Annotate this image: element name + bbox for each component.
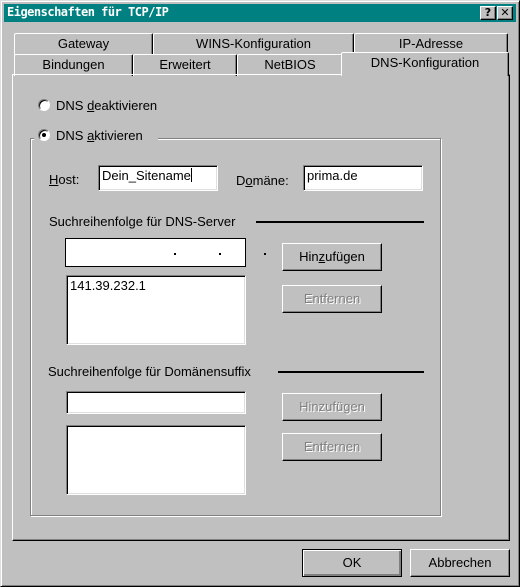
button-label: Hinzufügen: [299, 399, 365, 414]
button-label: Abbrechen: [428, 555, 492, 570]
domain-suffix-section-title: Suchreihenfolge für Domänensuffix: [48, 364, 251, 379]
label-part: ufügen: [325, 249, 365, 264]
accelerator-key: H: [49, 172, 59, 187]
dns-server-list[interactable]: 141.39.232.1: [66, 275, 246, 345]
tab-label: DNS-Konfiguration: [370, 55, 480, 70]
domain-suffix-remove-button[interactable]: Entfernen: [282, 433, 382, 461]
button-label: Entfernen: [303, 439, 361, 454]
ip-separator: [174, 253, 176, 255]
tcpip-properties-dialog: Eigenschaften für TCP/IP ? ✕ Gateway WIN…: [0, 0, 520, 587]
tab-bindungen[interactable]: Bindungen: [14, 54, 133, 76]
dns-server-section-title: Suchreihenfolge für DNS-Server: [49, 214, 236, 229]
dns-disable-radio[interactable]: [38, 99, 50, 111]
domain-value: prima.de: [307, 168, 358, 183]
tab-label: IP-Adresse: [398, 36, 464, 51]
tab-gateway[interactable]: Gateway: [14, 33, 153, 55]
label-part: D: [236, 173, 246, 188]
radio-selected-dot: [42, 133, 46, 137]
tab-label: Gateway: [57, 36, 110, 51]
cancel-button[interactable]: Abbrechen: [410, 549, 510, 577]
host-input[interactable]: Dein_Sitename: [98, 165, 218, 191]
domain-suffix-input[interactable]: [66, 391, 246, 414]
dns-disable-label[interactable]: DNS deaktivieren: [56, 98, 157, 113]
button-label: Entfernen: [303, 291, 361, 306]
ok-button[interactable]: OK: [302, 549, 402, 577]
accelerator-key: o: [245, 173, 253, 188]
label-part: ktivieren: [94, 128, 143, 143]
label-part: ost:: [58, 172, 80, 187]
label-part: DNS: [56, 128, 88, 143]
ip-separator: [219, 253, 221, 255]
tab-wins-konfiguration[interactable]: WINS-Konfiguration: [153, 33, 354, 55]
section-separator: [256, 221, 424, 223]
tab-dns-konfiguration[interactable]: DNS-Konfiguration: [341, 52, 509, 76]
tab-netbios[interactable]: NetBIOS: [237, 54, 343, 76]
dns-server-remove-button[interactable]: Entfernen: [282, 285, 382, 313]
section-separator: [278, 371, 424, 373]
dns-server-add-button[interactable]: Hinzufügen: [282, 243, 382, 271]
list-item[interactable]: 141.39.232.1: [70, 278, 245, 293]
tab-label: NetBIOS: [264, 57, 316, 72]
dns-enable-radio[interactable]: [38, 129, 50, 141]
button-label: OK: [342, 555, 362, 570]
close-button[interactable]: ✕: [497, 6, 513, 20]
dns-server-ip-input[interactable]: [65, 238, 266, 267]
domain-label: Domäne:: [236, 173, 289, 188]
label-part: DNS: [56, 98, 88, 113]
close-icon: ✕: [500, 6, 510, 19]
tab-label: WINS-Konfiguration: [196, 36, 311, 51]
help-button[interactable]: ?: [480, 6, 496, 20]
help-icon: ?: [484, 6, 492, 19]
window-title: Eigenschaften für TCP/IP: [7, 5, 169, 19]
host-value: Dein_Sitename: [102, 168, 191, 183]
tab-label: Bindungen: [42, 57, 105, 72]
domain-suffix-list[interactable]: [66, 425, 246, 495]
label-part: mäne:: [252, 173, 289, 188]
tab-erweitert[interactable]: Erweitert: [133, 54, 237, 76]
ip-separator: [264, 253, 266, 255]
domain-suffix-add-button[interactable]: Hinzufügen: [282, 393, 382, 421]
dns-enable-label[interactable]: DNS aktivieren: [56, 128, 143, 143]
text-caret: [190, 168, 192, 182]
host-label: Host:: [49, 172, 79, 187]
label-part: Hin: [299, 249, 319, 264]
tab-label: Erweitert: [159, 57, 211, 72]
domain-input[interactable]: prima.de: [303, 165, 423, 191]
title-bar: Eigenschaften für TCP/IP ? ✕: [4, 4, 516, 22]
label-part: eaktivieren: [94, 98, 158, 113]
